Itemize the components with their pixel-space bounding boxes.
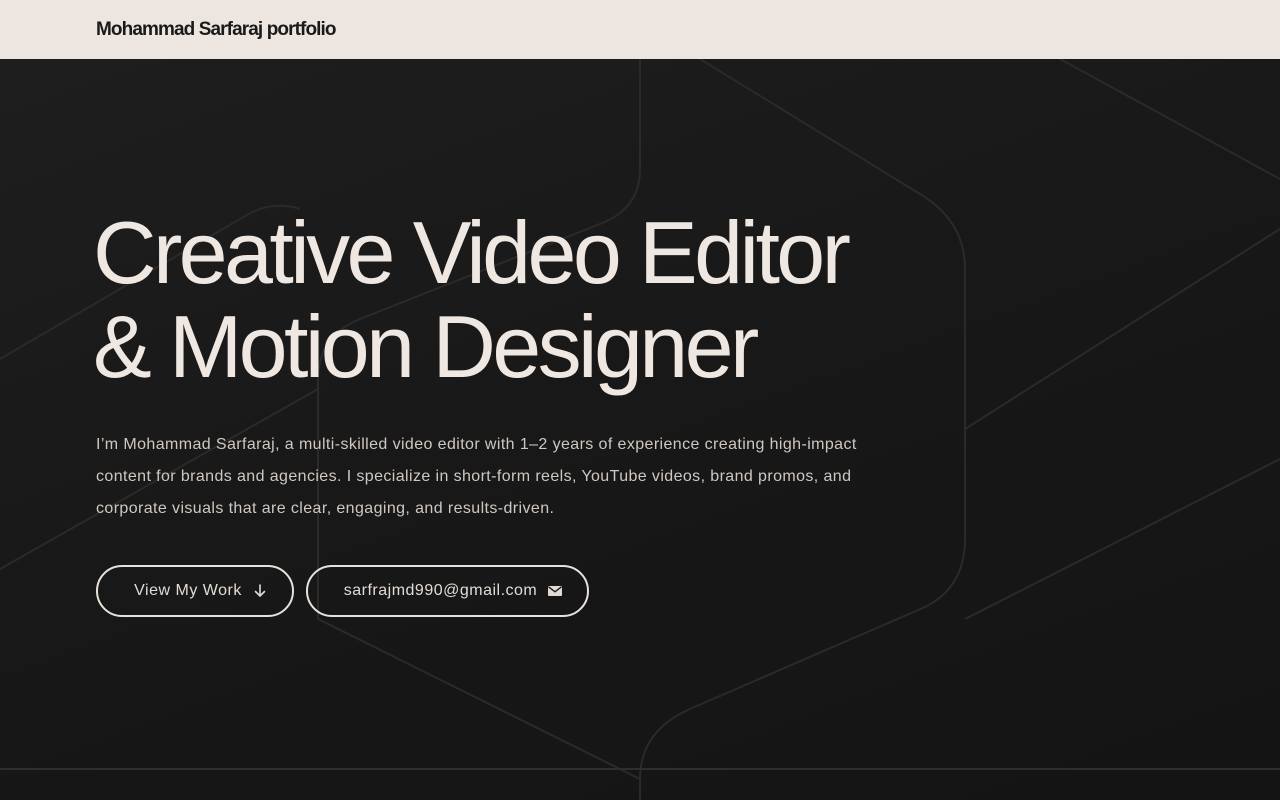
brand-link[interactable]: Mohammad Sarfaraj portfolio	[96, 19, 337, 41]
top-navbar: Mohammad Sarfaraj portfolio	[0, 0, 1280, 59]
hero-headline: Creative Video Editor & Motion Designer	[93, 203, 851, 396]
view-my-work-button[interactable]: View My Work	[96, 565, 294, 617]
view-my-work-label: View My Work	[134, 582, 242, 599]
email-contact-button[interactable]: sarfrajmd990@gmail.com	[306, 565, 589, 617]
arrow-down-icon	[252, 583, 268, 599]
hero-section: Creative Video Editor & Motion Designer …	[0, 59, 1280, 800]
email-address-label: sarfrajmd990@gmail.com	[343, 582, 538, 599]
mail-icon	[547, 583, 563, 599]
headline-line-1: Creative Video Editor	[93, 203, 851, 302]
hero-intro-text: I’m Mohammad Sarfaraj, a multi-skilled v…	[96, 436, 857, 517]
section-divider	[0, 768, 1280, 770]
headline-line-2: & Motion Designer	[93, 297, 759, 396]
